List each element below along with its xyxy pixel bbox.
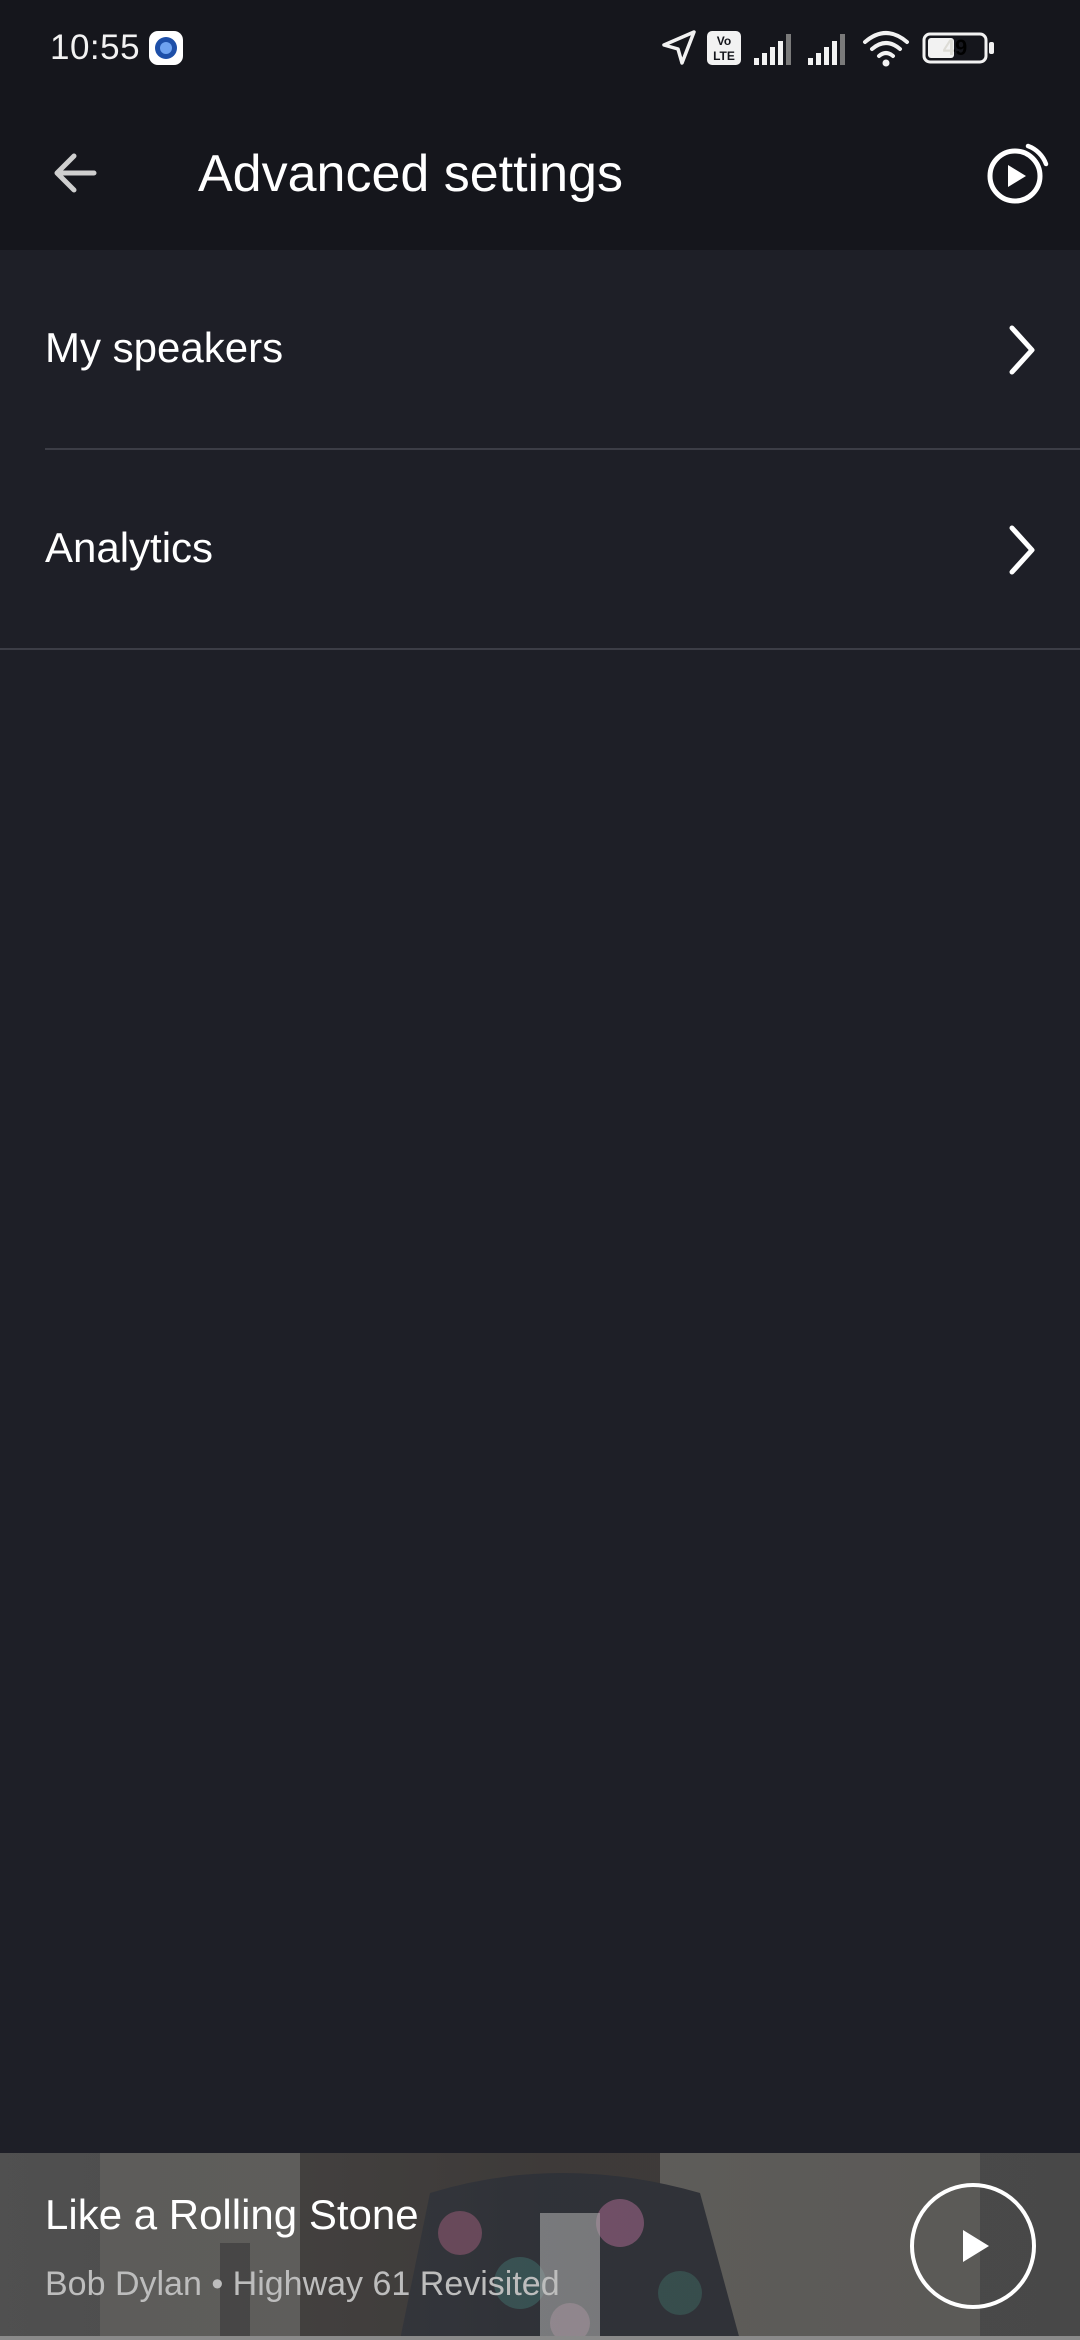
location-icon — [662, 30, 696, 65]
status-time: 10:55 — [50, 28, 141, 67]
mini-player[interactable]: Like a Rolling Stone Bob Dylan • Highway… — [0, 2153, 1080, 2340]
divider — [0, 648, 1080, 650]
chevron-right-icon — [1009, 525, 1035, 575]
settings-item-analytics[interactable]: Analytics — [0, 450, 1080, 650]
volte-icon: Vo LTE — [707, 31, 741, 65]
svg-text:Vo: Vo — [717, 34, 731, 48]
play-icon[interactable] — [909, 2182, 1037, 2310]
settings-item-label: My speakers — [45, 324, 284, 371]
settings-list: My speakers Analytics — [0, 250, 1080, 650]
settings-item-my-speakers[interactable]: My speakers — [0, 250, 1080, 450]
battery-icon: 49 — [922, 32, 996, 64]
arrow-left-icon[interactable] — [40, 136, 114, 210]
track-title: Like a Rolling Stone — [45, 2191, 419, 2238]
app-bar: Advanced settings — [0, 96, 1080, 250]
track-subtitle: Bob Dylan • Highway 61 Revisited — [45, 2265, 560, 2303]
status-icons: Vo LTE 49 — [660, 24, 1080, 72]
settings-item-label: Analytics — [45, 524, 214, 571]
signal-icon — [754, 34, 791, 65]
progress-bar — [0, 2336, 1080, 2340]
svg-text:LTE: LTE — [713, 49, 735, 63]
signal-icon — [808, 34, 845, 65]
wifi-icon — [863, 31, 909, 67]
chevron-right-icon — [1009, 325, 1035, 375]
app-notification-icon — [149, 31, 183, 65]
page-title: Advanced settings — [198, 145, 623, 203]
status-bar: 10:55 Vo LTE 49 — [0, 0, 1080, 96]
battery-level: 49 — [942, 35, 968, 60]
now-playing-icon[interactable] — [982, 138, 1052, 208]
